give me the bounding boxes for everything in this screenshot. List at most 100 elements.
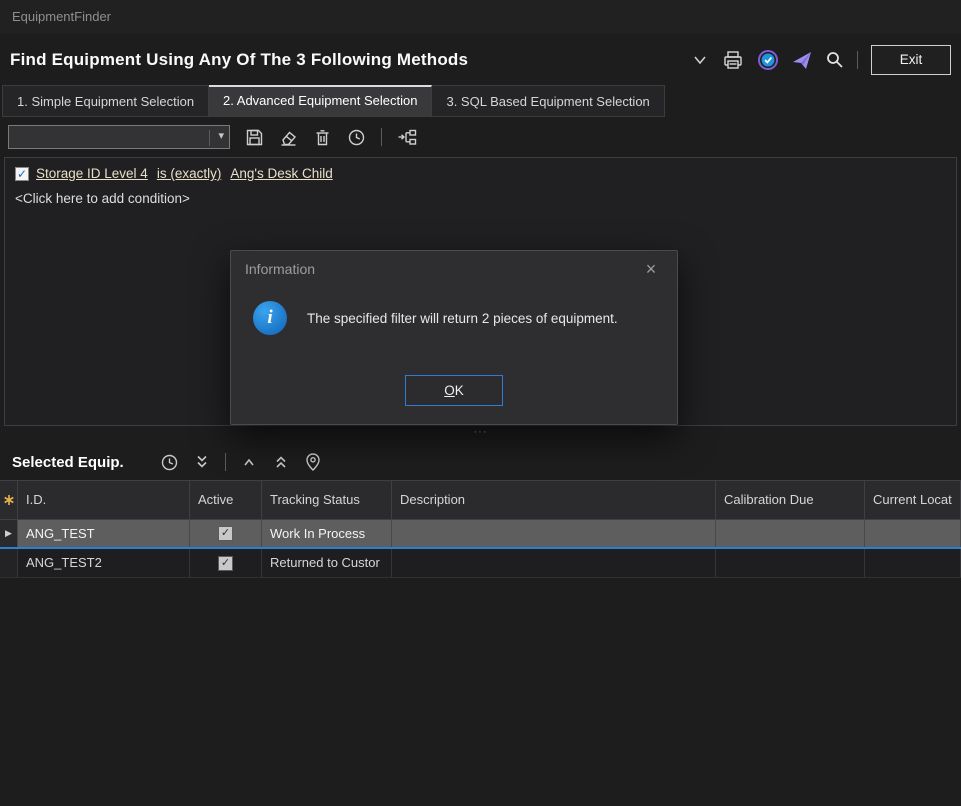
new-row-indicator-header: [0, 481, 18, 520]
header: Find Equipment Using Any Of The 3 Follow…: [0, 34, 961, 85]
splitter-handle[interactable]: ···: [0, 426, 961, 444]
checkmark-icon: ✓: [221, 528, 230, 539]
cell-id: ANG_TEST: [18, 520, 190, 547]
equip-history-button[interactable]: [160, 453, 179, 472]
paper-plane-icon: [792, 50, 812, 70]
filter-history-button[interactable]: [347, 128, 366, 147]
header-actions: Exit: [691, 45, 951, 75]
send-button[interactable]: [792, 50, 812, 70]
filter-condition-row: ✓ Storage ID Level 4 is (exactly) Ang's …: [15, 166, 946, 181]
info-letter: i: [267, 307, 272, 329]
combo-separator: [209, 130, 210, 146]
grid-header-row: I.D. Active Tracking Status Description …: [0, 481, 961, 520]
selected-equip-header: Selected Equip.: [12, 446, 961, 478]
active-checkbox[interactable]: ✓: [218, 526, 233, 541]
cell-active: ✓: [190, 520, 262, 547]
header-separator: [857, 51, 858, 69]
cell-calibration-due: [716, 520, 865, 547]
cell-active: ✓: [190, 549, 262, 577]
move-all-up-button[interactable]: [272, 453, 290, 471]
info-icon: i: [253, 301, 287, 335]
cell-current-location: [865, 520, 961, 547]
tab-simple-equipment-selection[interactable]: 1. Simple Equipment Selection: [2, 85, 209, 117]
print-button[interactable]: [722, 50, 744, 70]
tab-sql-based-equipment-selection[interactable]: 3. SQL Based Equipment Selection: [432, 85, 664, 117]
move-up-button[interactable]: [240, 453, 258, 471]
save-filter-button[interactable]: [245, 128, 264, 147]
clock-icon: [347, 128, 366, 147]
add-condition-link[interactable]: <Click here to add condition>: [15, 191, 946, 206]
condition-field-link[interactable]: Storage ID Level 4: [36, 166, 148, 181]
cell-tracking-status: Returned to Custor: [262, 549, 392, 577]
combo-dropdown-icon[interactable]: ▾: [218, 129, 224, 142]
condition-checkbox[interactable]: ✓: [15, 167, 29, 181]
move-all-down-button[interactable]: [193, 453, 211, 471]
printer-icon: [722, 50, 744, 70]
window-title: EquipmentFinder: [12, 9, 111, 24]
information-dialog: Information × i The specified filter wil…: [230, 250, 678, 425]
sync-status-button[interactable]: [757, 49, 779, 71]
cell-tracking-status: Work In Process: [262, 520, 392, 547]
double-chevron-up-icon: [272, 453, 290, 471]
dropdown-button[interactable]: [691, 52, 709, 68]
condition-value-link[interactable]: Ang's Desk Child: [230, 166, 332, 181]
double-chevron-down-icon: [193, 453, 211, 471]
clear-filter-button[interactable]: [279, 128, 298, 147]
cell-description: [392, 520, 716, 547]
column-header-description[interactable]: Description: [392, 481, 716, 520]
column-header-id[interactable]: I.D.: [18, 481, 190, 520]
chevron-up-icon: [240, 453, 258, 471]
ok-button-label: OK: [406, 383, 502, 398]
close-icon[interactable]: ×: [639, 259, 663, 280]
current-row-arrow-icon: ▶: [5, 520, 12, 547]
active-checkbox[interactable]: ✓: [218, 556, 233, 571]
condition-operator-link[interactable]: is (exactly): [157, 166, 222, 181]
location-button[interactable]: [304, 452, 322, 472]
dialog-title: Information: [245, 261, 315, 277]
tree-export-icon: [397, 128, 418, 147]
cell-current-location: [865, 549, 961, 577]
toolbar-separator: [381, 128, 382, 146]
filter-toolbar: ▾: [8, 119, 961, 155]
tab-advanced-equipment-selection[interactable]: 2. Advanced Equipment Selection: [209, 85, 432, 117]
delete-filter-button[interactable]: [313, 128, 332, 147]
column-header-active[interactable]: Active: [190, 481, 262, 520]
table-row[interactable]: ANG_TEST2 ✓ Returned to Custor: [0, 549, 961, 578]
splitter-dots-icon: ···: [474, 426, 488, 438]
column-header-current-location[interactable]: Current Locat: [865, 481, 961, 520]
equipment-finder-window: EquipmentFinder Find Equipment Using Any…: [0, 0, 961, 806]
eraser-icon: [279, 128, 298, 147]
dialog-titlebar: Information ×: [231, 251, 677, 287]
location-pin-icon: [304, 452, 322, 472]
search-icon: [825, 50, 844, 69]
trash-icon: [313, 128, 332, 147]
titlebar: EquipmentFinder: [0, 0, 961, 34]
grid-body: ▶ ANG_TEST ✓ Work In Process ANG_TEST2: [0, 520, 961, 578]
tabstrip: 1. Simple Equipment Selection 2. Advance…: [2, 85, 665, 117]
selected-equipment-grid: I.D. Active Tracking Status Description …: [0, 480, 961, 578]
send-to-tree-button[interactable]: [397, 128, 418, 147]
row-indicator-cell: [0, 549, 18, 577]
search-button[interactable]: [825, 50, 844, 69]
chevron-down-icon: [691, 52, 709, 68]
column-header-tracking-status[interactable]: Tracking Status: [262, 481, 392, 520]
asterisk-icon: [3, 494, 15, 506]
cell-calibration-due: [716, 549, 865, 577]
table-row-selected[interactable]: ▶ ANG_TEST ✓ Work In Process: [0, 520, 961, 549]
saved-filter-combo[interactable]: ▾: [8, 125, 230, 149]
section-separator: [225, 453, 226, 471]
clock-icon: [160, 453, 179, 472]
dialog-body: i The specified filter will return 2 pie…: [231, 287, 677, 335]
dialog-actions: OK: [231, 375, 677, 406]
save-icon: [245, 128, 264, 147]
row-indicator-cell: ▶: [0, 520, 18, 547]
exit-button[interactable]: Exit: [871, 45, 951, 75]
page-title: Find Equipment Using Any Of The 3 Follow…: [10, 50, 468, 70]
selected-equip-title: Selected Equip.: [12, 454, 124, 471]
column-header-calibration-due[interactable]: Calibration Due: [716, 481, 865, 520]
badge-check-icon: [757, 49, 779, 71]
checkmark-icon: ✓: [17, 168, 27, 180]
checkmark-icon: ✓: [221, 558, 230, 569]
ok-button[interactable]: OK: [405, 375, 503, 406]
cell-description: [392, 549, 716, 577]
